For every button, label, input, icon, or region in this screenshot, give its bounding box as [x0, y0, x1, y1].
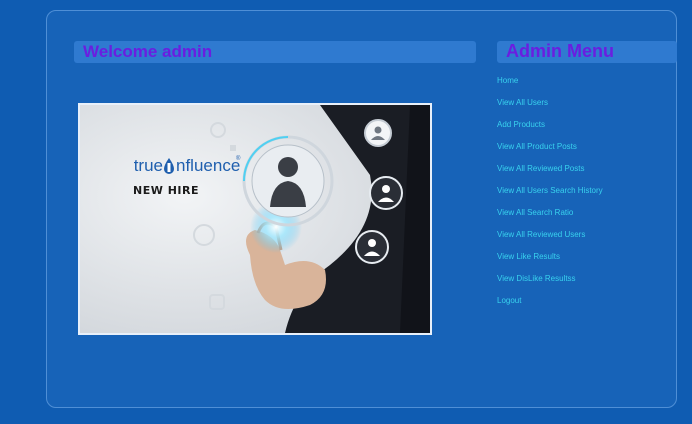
- menu-link-view-all-reviewed-users[interactable]: View All Reviewed Users: [497, 229, 603, 251]
- menu-link-view-like-results[interactable]: View Like Results: [497, 251, 603, 273]
- brand-true-text: true: [134, 156, 163, 175]
- admin-menu-header: Admin Menu: [497, 41, 677, 63]
- menu-link-view-all-users[interactable]: View All Users: [497, 97, 603, 119]
- hero-image: true nfluence ® NEW HIRE: [78, 103, 432, 335]
- menu-link-view-all-search-ratio[interactable]: View All Search Ratio: [497, 207, 603, 229]
- admin-menu-list: Home View All Users Add Products View Al…: [497, 75, 603, 317]
- main-panel: Welcome admin true nfluence ® NEW HIRE A…: [46, 10, 677, 408]
- welcome-title: Welcome admin: [83, 42, 213, 61]
- welcome-header: Welcome admin: [74, 41, 476, 63]
- menu-link-view-all-users-search-history[interactable]: View All Users Search History: [497, 185, 603, 207]
- admin-menu-title: Admin Menu: [506, 41, 614, 61]
- menu-link-view-all-product-posts[interactable]: View All Product Posts: [497, 141, 603, 163]
- menu-link-view-dislike-results[interactable]: View DisLike Resultss: [497, 273, 603, 295]
- new-hire-text: NEW HIRE: [133, 184, 199, 197]
- menu-link-logout[interactable]: Logout: [497, 295, 603, 317]
- menu-link-home[interactable]: Home: [497, 75, 603, 97]
- brand-nfluence-text: nfluence: [176, 156, 240, 175]
- brand-registered-mark: ®: [236, 155, 241, 162]
- menu-link-add-products[interactable]: Add Products: [497, 119, 603, 141]
- menu-link-view-all-reviewed-posts[interactable]: View All Reviewed Posts: [497, 163, 603, 185]
